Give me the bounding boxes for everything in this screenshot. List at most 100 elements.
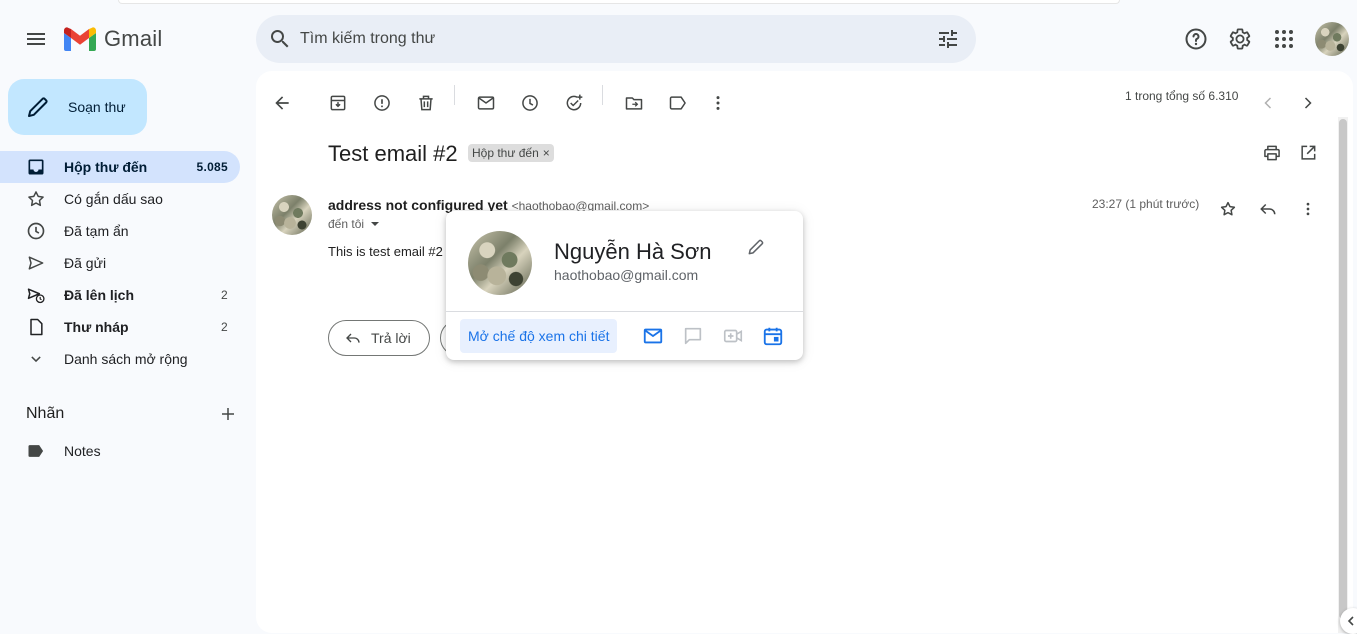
add-to-tasks-button[interactable] [554,83,594,123]
mark-unread-button[interactable] [466,83,506,123]
chevron-right-icon [1304,97,1312,109]
message-time: 23:27 (1 phút trước) [1092,197,1200,211]
delete-button[interactable] [406,83,446,123]
report-spam-button[interactable] [362,83,402,123]
sidebar-item-snoozed[interactable]: Đã tạm ẩn [0,215,240,247]
account-avatar[interactable] [1315,22,1349,56]
reply-label: Trả lời [371,330,411,346]
move-to-button[interactable] [614,83,654,123]
newer-button[interactable] [1248,83,1288,123]
help-button[interactable] [1176,19,1216,59]
contact-hovercard: Nguyễn Hà Sơn haothobao@gmail.com Mở chế… [446,211,803,360]
draft-icon [26,317,46,337]
label-outline-icon [669,96,686,110]
clock-icon [26,221,46,241]
chevron-left-icon [1264,97,1272,109]
scheduled-count: 2 [221,288,228,302]
unread-count: 5.085 [196,160,228,174]
sender-avatar[interactable] [272,195,312,235]
sidebar-item-label-notes[interactable]: Notes [0,435,240,467]
toolbar-divider [454,85,455,105]
sidebar-item-inbox[interactable]: Hộp thư đến 5.085 [0,151,240,183]
pencil-icon [28,97,48,117]
label-chip-text: Hộp thư đến [472,146,539,160]
pencil-icon [748,239,764,255]
sidebar-item-label: Danh sách mở rộng [64,351,188,367]
inbox-icon [26,157,46,177]
settings-button[interactable] [1220,19,1260,59]
hovercard-divider [446,311,803,312]
sidebar-item-scheduled[interactable]: Đã lên lịch 2 [0,279,240,311]
scheduled-send-icon [26,285,46,305]
open-in-new-icon [1301,145,1316,160]
reply-button[interactable]: Trả lời [328,320,430,356]
open-detail-view-button[interactable]: Mở chế độ xem chi tiết [460,319,618,353]
avatar-image [468,231,532,295]
print-button[interactable] [1252,133,1292,173]
compose-label: Soạn thư [68,99,126,115]
video-call-icon [723,329,743,343]
chat-icon [684,327,702,345]
remove-label-button[interactable]: × [543,146,550,160]
snooze-button[interactable] [510,83,550,123]
search-icon[interactable] [268,27,292,51]
calendar-icon [763,327,783,346]
open-new-window-button[interactable] [1288,133,1328,173]
contact-avatar[interactable] [468,231,532,295]
star-button[interactable] [1212,193,1244,225]
sidebar-item-starred[interactable]: Có gắn dấu sao [0,183,240,215]
labels-button[interactable] [658,83,698,123]
sidebar-item-label: Đã gửi [64,255,107,271]
recipient-details-toggle[interactable]: đến tôi [328,217,380,231]
reply-icon-button[interactable] [1252,193,1284,225]
trash-icon [419,95,433,111]
scrollbar-thumb[interactable] [1339,119,1347,619]
star-icon [26,189,46,209]
compose-button[interactable]: Soạn thư [8,79,147,135]
create-label-button[interactable] [216,402,240,426]
sidebar-item-label: Đã tạm ẩn [64,223,129,239]
chat-button[interactable] [680,323,706,349]
recipient-text: đến tôi [328,217,365,231]
spam-icon [374,95,390,111]
more-vert-icon [716,96,720,110]
video-call-button[interactable] [720,323,746,349]
search-input[interactable] [300,15,920,63]
menu-icon [27,33,45,45]
gmail-logo[interactable]: Gmail [64,26,162,52]
main-menu-button[interactable] [16,19,56,59]
sidebar-item-drafts[interactable]: Thư nháp 2 [0,311,240,343]
message-pane: 1 trong tổng số 6.310 Test email #2 Hộp … [256,71,1353,633]
sidebar-nav: Hộp thư đến 5.085 Có gắn dấu sao Đã tạm … [0,151,256,375]
sidebar-item-label: Hộp thư đến [64,159,148,175]
apps-button[interactable] [1264,19,1304,59]
more-actions-button[interactable] [698,83,738,123]
search-options-icon[interactable] [936,27,960,51]
archive-button[interactable] [318,83,358,123]
more-vert-icon [1306,202,1310,216]
send-icon [26,253,46,273]
sidebar-item-more[interactable]: Danh sách mở rộng [0,343,240,375]
message-more-button[interactable] [1292,193,1324,225]
sidebar-item-label: Thư nháp [64,319,129,335]
gmail-logo-text: Gmail [104,26,163,51]
clock-icon [522,95,538,111]
chevron-down-icon [26,349,46,369]
move-folder-icon [625,97,643,110]
back-button[interactable] [262,83,302,123]
edit-contact-button[interactable] [740,231,772,263]
contact-email: haothobao@gmail.com [554,267,699,283]
toolbar-divider [602,85,603,105]
archive-icon [330,95,346,111]
older-button[interactable] [1288,83,1328,123]
schedule-event-button[interactable] [760,323,786,349]
search-bar[interactable] [256,15,976,63]
arrow-back-icon [275,96,289,110]
sidebar-item-sent[interactable]: Đã gửi [0,247,240,279]
sidebar-item-label: Đã lên lịch [64,287,135,303]
send-email-button[interactable] [640,323,666,349]
reply-icon [346,333,360,343]
chevron-left-icon [1347,616,1354,626]
email-subject: Test email #2 [328,141,458,166]
mail-icon [477,96,495,110]
